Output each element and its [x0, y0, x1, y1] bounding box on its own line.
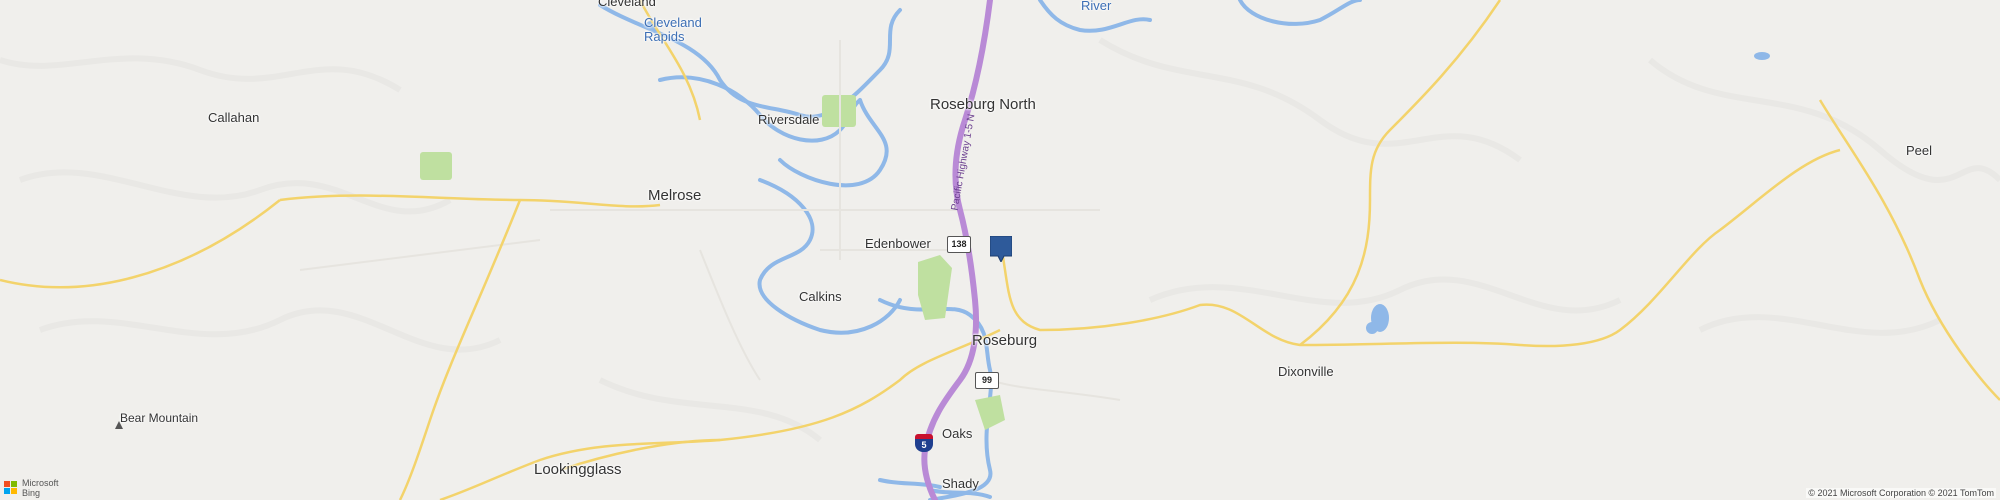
water-label-river: River	[1081, 0, 1112, 13]
place-label-riversdale: Riversdale	[758, 112, 820, 127]
place-label-callahan: Callahan	[208, 110, 260, 125]
location-pin-icon[interactable]	[990, 236, 1012, 262]
route-138-shield: 138	[947, 236, 971, 253]
place-label-oaks: Oaks	[942, 426, 973, 441]
map-canvas[interactable]: Pacific Highway 1-5 N 138 99 5 Cleveland…	[0, 0, 2000, 500]
bing-logo-text: Microsoft Bing	[22, 478, 59, 498]
place-label-lookingglass: Lookingglass	[534, 461, 622, 478]
place-label-dixonville: Dixonville	[1278, 364, 1334, 379]
place-label-roseburg: Roseburg	[972, 332, 1038, 349]
logo-line-2: Bing	[22, 488, 41, 498]
place-label-bear-mountain: Bear Mountain	[120, 411, 199, 425]
park-layer	[420, 95, 1005, 430]
logo-line-1: Microsoft	[22, 478, 59, 488]
bing-logo[interactable]: Microsoft Bing	[4, 478, 59, 498]
place-label-shady: Shady	[942, 476, 979, 491]
place-label-peel: Peel	[1906, 143, 1933, 158]
place-label-cleveland-rapids: Cleveland Rapids	[644, 15, 702, 44]
place-label-cleveland: Cleveland	[598, 0, 656, 9]
microsoft-logo-icon	[4, 481, 18, 495]
copyright-notice[interactable]: © 2021 Microsoft Corporation © 2021 TomT…	[1806, 488, 1996, 498]
place-label-edenbower: Edenbower	[865, 236, 931, 251]
place-label-calkins: Calkins	[799, 289, 842, 304]
place-label-roseburg-north: Roseburg North	[930, 96, 1036, 113]
route-99-shield: 99	[975, 372, 999, 389]
place-label-melrose: Melrose	[648, 187, 702, 204]
interstate-5-shield: 5	[915, 434, 933, 453]
